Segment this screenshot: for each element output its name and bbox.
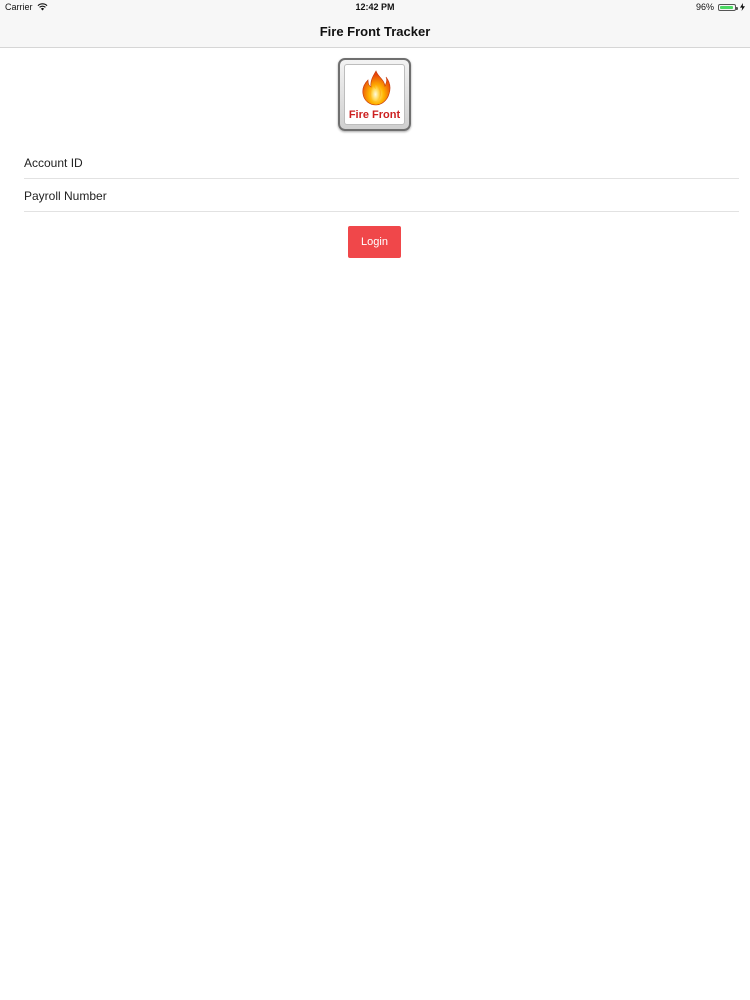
battery-icon xyxy=(718,3,738,11)
account-id-input[interactable] xyxy=(24,147,739,178)
status-bar: Carrier 12:42 PM 96% xyxy=(0,0,750,16)
payroll-number-field[interactable] xyxy=(24,180,739,212)
navigation-bar: Fire Front Tracker xyxy=(0,16,750,48)
fire-front-logo: Fire Front xyxy=(338,58,411,131)
account-id-field[interactable] xyxy=(24,147,739,179)
status-time: 12:42 PM xyxy=(355,2,395,12)
flame-icon xyxy=(362,70,391,106)
logo-frame: Fire Front xyxy=(344,64,405,125)
status-right-group: 96% xyxy=(696,2,745,12)
payroll-number-input[interactable] xyxy=(24,180,739,211)
logo-text: Fire Front xyxy=(348,109,401,121)
battery-level-fill xyxy=(720,5,733,9)
page-title: Fire Front Tracker xyxy=(319,24,431,39)
battery-cap xyxy=(736,6,738,10)
battery-percent: 96% xyxy=(695,2,714,12)
login-button[interactable]: Login xyxy=(348,226,401,258)
charging-bolt-icon xyxy=(740,3,745,11)
